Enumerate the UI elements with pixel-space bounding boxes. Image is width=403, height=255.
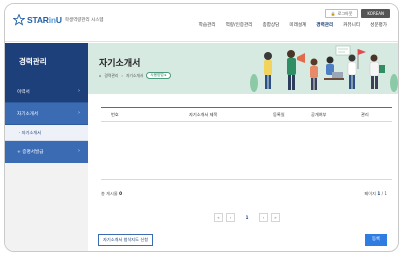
nav-item-career[interactable]: 경력관리 — [311, 22, 338, 28]
lock-icon: 🔒 — [330, 11, 336, 16]
apply-coaching-button[interactable]: 자기소개서 첨삭지도 신청 — [98, 234, 154, 246]
column-header-title: 자기소개서 제목 — [189, 111, 218, 117]
chevron-right-icon: › — [78, 148, 80, 154]
column-header-visibility: 공개여부 — [311, 111, 327, 117]
prev-page-button[interactable]: ‹ — [226, 213, 235, 222]
sidebar: 경력관리 이력서 › 자기소개서 › · 자기소개서 + 증명서발급 › — [5, 43, 88, 251]
how-to-use-badge[interactable]: 사용방법 ▸ — [146, 72, 171, 79]
sidebar-item-cover-letter[interactable]: 자기소개서 › — [5, 103, 88, 125]
nav-item-evaluation[interactable]: 성문평가 — [365, 22, 392, 28]
sidebar-title: 경력관리 — [5, 43, 88, 81]
language-button[interactable]: KOREAN — [361, 9, 390, 18]
nav-item-counseling[interactable]: 종합상담 — [257, 22, 284, 28]
top-utility-buttons: 🔒 로그아웃 KOREAN — [324, 9, 390, 18]
page-number-1[interactable]: 1 — [238, 213, 256, 222]
browser-frame: STARinU 학생역량관리 시스템 🔒 로그아웃 KOREAN 학습관리 역량… — [4, 3, 399, 252]
table-body — [101, 122, 392, 180]
column-header-manage: 관리 — [361, 111, 369, 117]
page-indicator: 페이지 1 / 1 — [364, 191, 387, 196]
nav-item-future[interactable]: 미래설계 — [284, 22, 311, 28]
nav-item-competency[interactable]: 역량/인증관리 — [221, 22, 258, 28]
nav-item-community[interactable]: 커뮤니티 — [338, 22, 365, 28]
pagination: « ‹ 1 › » — [214, 213, 280, 222]
register-button[interactable]: 등록 — [365, 234, 387, 246]
chevron-right-icon: › — [78, 88, 80, 94]
column-header-date: 등록일 — [273, 111, 285, 117]
logo-subtitle: 학생역량관리 시스템 — [64, 18, 104, 23]
top-header: STARinU 학생역량관리 시스템 🔒 로그아웃 KOREAN 학습관리 역량… — [5, 4, 398, 42]
table-header: 번호 자기소개서 제목 등록일 공개여부 관리 — [101, 107, 392, 122]
breadcrumb-item[interactable]: 경력관리 — [104, 73, 118, 79]
cover-letter-table: 번호 자기소개서 제목 등록일 공개여부 관리 — [101, 107, 392, 180]
chevron-down-icon: › — [78, 110, 80, 116]
home-icon[interactable]: ⌂ — [99, 73, 101, 78]
site-logo[interactable]: STARinU 학생역량관리 시스템 — [13, 14, 104, 26]
page-title: 자기소개서 — [99, 59, 141, 69]
logout-button[interactable]: 🔒 로그아웃 — [324, 9, 359, 18]
sidebar-item-resume[interactable]: 이력서 › — [5, 81, 88, 103]
next-page-button[interactable]: › — [259, 213, 268, 222]
last-page-button[interactable]: » — [271, 213, 280, 222]
logo-wordmark: STARinU — [27, 15, 62, 25]
breadcrumb: ⌂ 경력관리 › 자기소개서 사용방법 ▸ — [99, 72, 171, 79]
banner-illustration — [250, 45, 398, 92]
main-nav: 학습관리 역량/인증관리 종합상담 미래설계 경력관리 커뮤니티 성문평가 — [194, 22, 392, 28]
nav-item-learning[interactable]: 학습관리 — [194, 22, 221, 28]
first-page-button[interactable]: « — [214, 213, 223, 222]
total-count: 총 게시물 0 — [101, 191, 123, 196]
sidebar-item-certificate[interactable]: + 증명서발급 › — [5, 141, 88, 163]
column-header-number: 번호 — [111, 111, 119, 117]
breadcrumb-separator: › — [121, 73, 123, 78]
sidebar-subitem-cover-letter[interactable]: · 자기소개서 — [5, 125, 88, 141]
page-banner: 자기소개서 ⌂ 경력관리 › 자기소개서 사용방법 ▸ — [88, 43, 398, 94]
star-logo-icon — [13, 14, 25, 26]
breadcrumb-item[interactable]: 자기소개서 — [126, 73, 143, 79]
